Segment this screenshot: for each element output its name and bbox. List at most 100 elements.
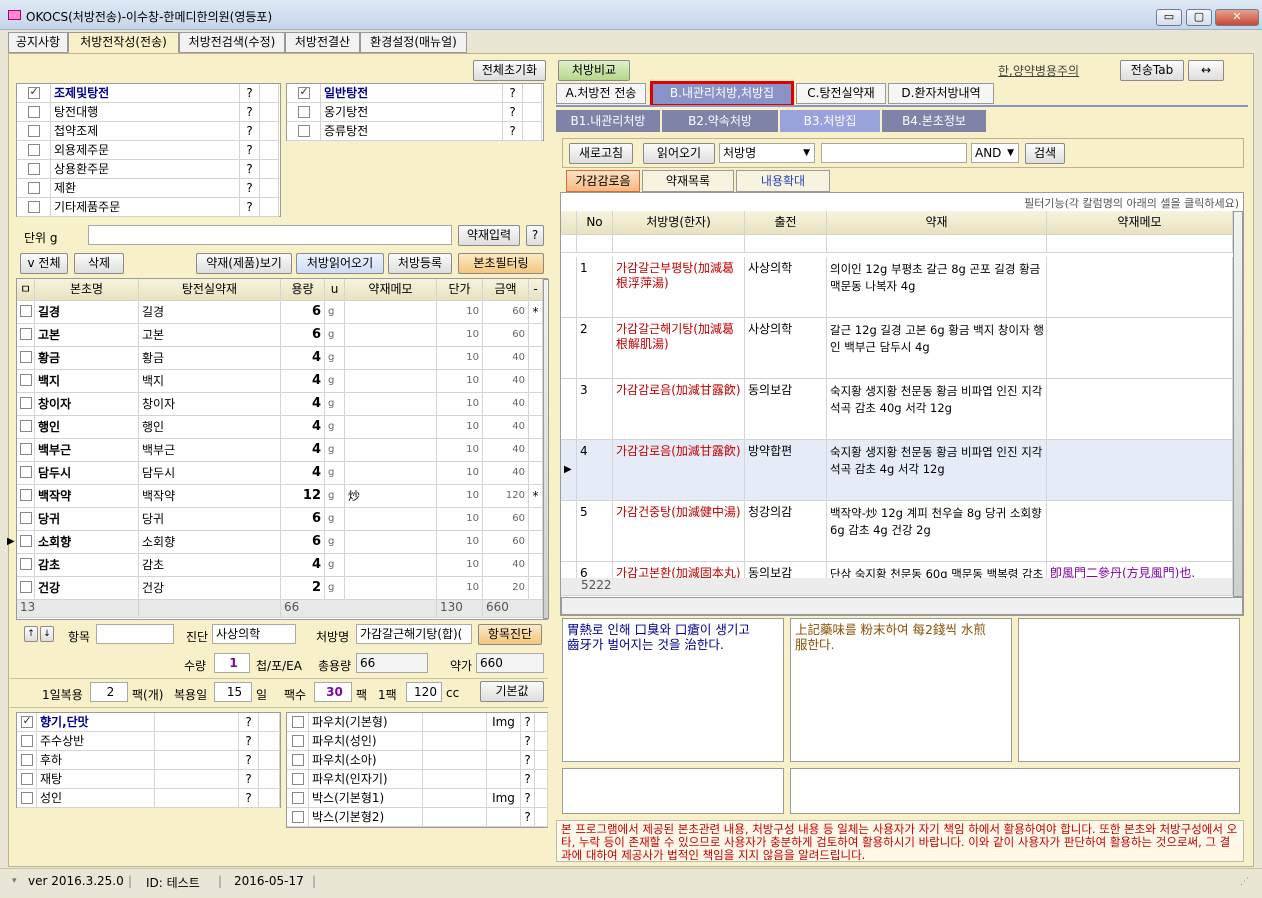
rx-cell-herbs[interactable]: 백작약-炒 12g 계피 천우슬 8g 당귀 소회향 6g 감초 4g 건강 2…: [827, 501, 1047, 562]
herb-row-checkbox[interactable]: [19, 420, 32, 432]
tab-notice[interactable]: 공지사항: [8, 32, 68, 53]
herb-grid-header[interactable]: u: [325, 279, 345, 301]
daily-input[interactable]: 2: [90, 682, 128, 702]
subtab-b4[interactable]: B4.본초정보: [882, 110, 986, 132]
herb-cell-memo[interactable]: [345, 370, 437, 393]
herb-row-checkbox[interactable]: [19, 466, 32, 478]
herb-row-checkbox[interactable]: [19, 397, 32, 409]
package-checkbox[interactable]: [291, 715, 304, 728]
package-img-link[interactable]: Img: [487, 789, 521, 808]
read-button[interactable]: 읽어오기: [643, 143, 715, 164]
rx-cell-src[interactable]: 사상의학: [745, 318, 827, 379]
rx-cell-src[interactable]: 청강의감: [745, 501, 827, 562]
category-help[interactable]: ?: [503, 84, 523, 103]
category-help[interactable]: ?: [503, 103, 523, 122]
option-help[interactable]: ?: [239, 770, 259, 789]
rx-cell-no[interactable]: 3: [577, 379, 613, 440]
rx-vertical-scrollbar[interactable]: [1233, 211, 1243, 597]
rx-header-0[interactable]: No: [577, 211, 613, 235]
item-diag-button[interactable]: 항목진단: [478, 624, 542, 645]
help-button[interactable]: ?: [526, 225, 544, 246]
rx-cell-no[interactable]: 4: [577, 440, 613, 501]
herb-cell-qty[interactable]: 12: [281, 485, 325, 508]
herb-grid-header[interactable]: 금액: [483, 279, 529, 301]
herb-cell-memo[interactable]: [345, 301, 437, 324]
days-input[interactable]: 15: [214, 682, 252, 702]
rx-cell-src[interactable]: 사상의학: [745, 257, 827, 318]
category-checkbox[interactable]: [27, 105, 40, 118]
rx-cell-no[interactable]: 5: [577, 501, 613, 562]
package-img-link[interactable]: [487, 751, 521, 770]
herb-cell-memo[interactable]: [345, 324, 437, 347]
rx-cell-herbs[interactable]: 갈근 12g 길경 고본 6g 황금 백지 창이자 행인 백부근 담두시 4g: [827, 318, 1047, 379]
tab-rx-settle[interactable]: 처방전결산: [285, 32, 360, 53]
herb-cell-qty[interactable]: 4: [281, 393, 325, 416]
refresh-button[interactable]: 새로고침: [569, 143, 633, 164]
category-help[interactable]: ?: [240, 122, 260, 141]
package-checkbox[interactable]: [291, 810, 304, 823]
herb-grid-header[interactable]: 용량: [281, 279, 325, 301]
herb-row-checkbox[interactable]: [19, 535, 32, 547]
rx-cell-src[interactable]: 동의보감: [745, 379, 827, 440]
reset-all-button[interactable]: 전체초기화: [473, 60, 546, 81]
rx-cell-name[interactable]: 가감감로음(加減甘露飮): [613, 379, 745, 440]
rx-name-input[interactable]: 가감갈근해기탕(합)(: [356, 624, 472, 644]
inner-tab-zoom[interactable]: 내용확대: [736, 170, 830, 192]
rx-filter-cell[interactable]: [613, 235, 745, 253]
herb-view-button[interactable]: 약재(제품)보기: [196, 253, 292, 274]
herb-cell-qty[interactable]: 6: [281, 531, 325, 554]
package-img-link[interactable]: Img: [487, 713, 521, 732]
rx-cell-name[interactable]: 가감갈근해기탕(加減葛根解肌湯): [613, 318, 745, 379]
package-help[interactable]: ?: [521, 732, 535, 751]
herb-cell-qty[interactable]: 4: [281, 370, 325, 393]
package-help[interactable]: ?: [521, 789, 535, 808]
herb-grid-header[interactable]: 탕전실약재: [139, 279, 281, 301]
search-button[interactable]: 검색: [1025, 143, 1065, 164]
packs-input[interactable]: 30: [314, 682, 352, 702]
rx-register-button[interactable]: 처방등록: [388, 253, 452, 274]
herb-row-checkbox[interactable]: [19, 374, 32, 386]
category-help[interactable]: ?: [503, 122, 523, 141]
option-help[interactable]: ?: [239, 732, 259, 751]
herb-row-checkbox[interactable]: [19, 489, 32, 501]
option-help[interactable]: ?: [239, 751, 259, 770]
option-checkbox[interactable]: [20, 772, 33, 785]
herb-grid-header[interactable]: -: [529, 279, 543, 301]
category-checkbox[interactable]: [297, 105, 310, 118]
package-checkbox[interactable]: [291, 734, 304, 747]
package-help[interactable]: ?: [521, 713, 535, 732]
perpack-input[interactable]: 120: [406, 682, 442, 702]
tab-rx-search[interactable]: 처방전검색(수정): [179, 32, 285, 53]
inner-tab-detail[interactable]: 가감감로음: [566, 170, 640, 192]
select-all-button[interactable]: v 전체: [20, 253, 68, 274]
rx-cell-herbs[interactable]: 의이인 12g 부평초 갈근 8g 곤포 길경 황금 맥문동 나복자 4g: [827, 257, 1047, 318]
category-help[interactable]: ?: [240, 198, 260, 217]
toggle-width-button[interactable]: ↔: [1188, 60, 1224, 81]
package-help[interactable]: ?: [521, 751, 535, 770]
tab-c-lab-herbs[interactable]: C.탕전실약재: [796, 83, 886, 104]
rx-header-3[interactable]: 약재: [827, 211, 1047, 235]
package-img-link[interactable]: [487, 732, 521, 751]
herb-row-checkbox[interactable]: [19, 443, 32, 455]
herb-cell-memo[interactable]: [345, 508, 437, 531]
herb-cell-qty[interactable]: 4: [281, 554, 325, 577]
tab-b-my-rx[interactable]: B.내관리처방,처방집: [650, 81, 794, 107]
rx-filter-cell[interactable]: [561, 235, 577, 253]
option-checkbox[interactable]: [20, 753, 33, 766]
herb-cell-qty[interactable]: 4: [281, 347, 325, 370]
tab-a-send[interactable]: A.처방전 전송: [556, 83, 646, 104]
herb-grid-scrollbar[interactable]: [543, 279, 549, 619]
category-help[interactable]: ?: [240, 179, 260, 198]
package-checkbox[interactable]: [291, 772, 304, 785]
category-help[interactable]: ?: [240, 103, 260, 122]
herb-search-input[interactable]: [88, 225, 452, 245]
herb-cell-qty[interactable]: 4: [281, 416, 325, 439]
rx-filter-cell[interactable]: [577, 235, 613, 253]
rx-cell-name[interactable]: 가감감로음(加減甘露飮): [613, 440, 745, 501]
category-help[interactable]: ?: [240, 141, 260, 160]
category-checkbox[interactable]: [27, 124, 40, 137]
herb-cell-memo[interactable]: [345, 462, 437, 485]
rx-header-4[interactable]: 약재메모: [1047, 211, 1233, 235]
option-checkbox[interactable]: [20, 734, 33, 747]
note-box-2[interactable]: [790, 768, 1240, 814]
